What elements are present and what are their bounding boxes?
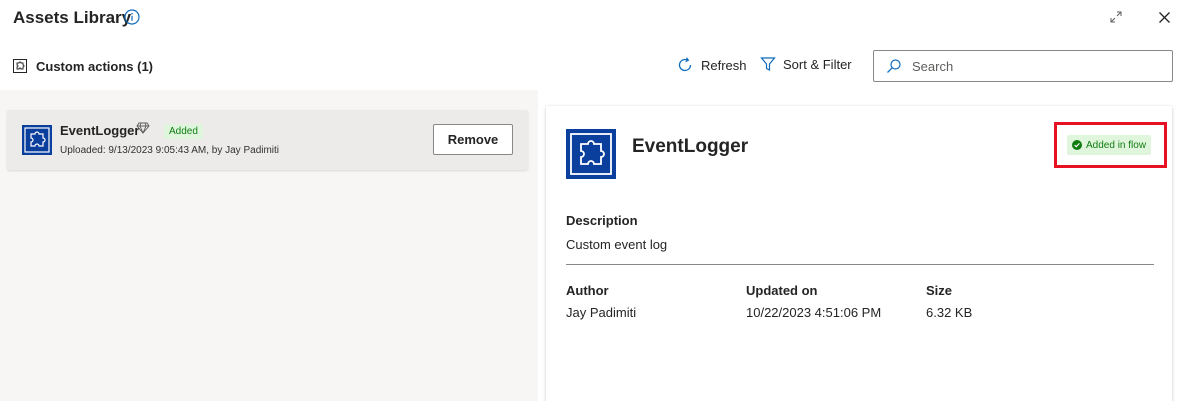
dialog-header: Assets Library [0,0,1181,40]
list-item[interactable]: EventLogger Added Uploaded: 9/13/2023 9:… [7,110,528,170]
divider [566,264,1154,265]
sort-filter-label: Sort & Filter [783,56,852,72]
refresh-label: Refresh [701,57,747,73]
custom-action-icon [22,125,52,155]
updated-value: 10/22/2023 4:51:06 PM [746,305,882,320]
refresh-button[interactable]: Refresh [676,56,747,74]
status-badge-label: Added in flow [1086,139,1147,151]
toolbar: Custom actions (1) Refresh Sort & Filter [0,46,1181,88]
author-label: Author [566,283,609,298]
author-value: Jay Padimiti [566,305,637,320]
custom-actions-label: Custom actions (1) [36,58,154,74]
diamond-icon [136,122,150,134]
description-label: Description [566,213,638,228]
puzzle-icon [13,59,27,73]
size-value: 6.32 KB [926,305,973,320]
detail-title: EventLogger [632,136,749,157]
upload-info: Uploaded: 9/13/2023 9:05:43 AM, by Jay P… [60,145,280,156]
info-icon[interactable] [124,9,140,25]
updated-label: Updated on [746,283,818,298]
asset-list-pane: EventLogger Added Uploaded: 9/13/2023 9:… [0,90,538,401]
page-title: Assets Library [13,8,132,27]
asset-name: EventLogger [60,123,140,138]
custom-actions-heading: Custom actions (1) [12,58,153,74]
close-icon[interactable] [1158,11,1171,24]
search-input[interactable] [912,58,1162,74]
size-label: Size [926,283,953,298]
search-box[interactable] [873,50,1173,82]
refresh-icon [678,57,692,72]
remove-button[interactable]: Remove [433,124,513,155]
sort-filter-button[interactable]: Sort & Filter [760,56,852,72]
expand-icon[interactable] [1110,11,1122,23]
filter-icon [760,57,776,71]
asset-detail-panel: EventLogger Added in flow Description Cu… [546,106,1172,401]
added-badge: Added [164,124,203,139]
description-value: Custom event log [566,237,668,252]
check-circle-icon [1072,140,1082,150]
search-icon [887,59,901,73]
custom-action-icon [566,129,616,179]
status-badge: Added in flow [1067,135,1152,155]
